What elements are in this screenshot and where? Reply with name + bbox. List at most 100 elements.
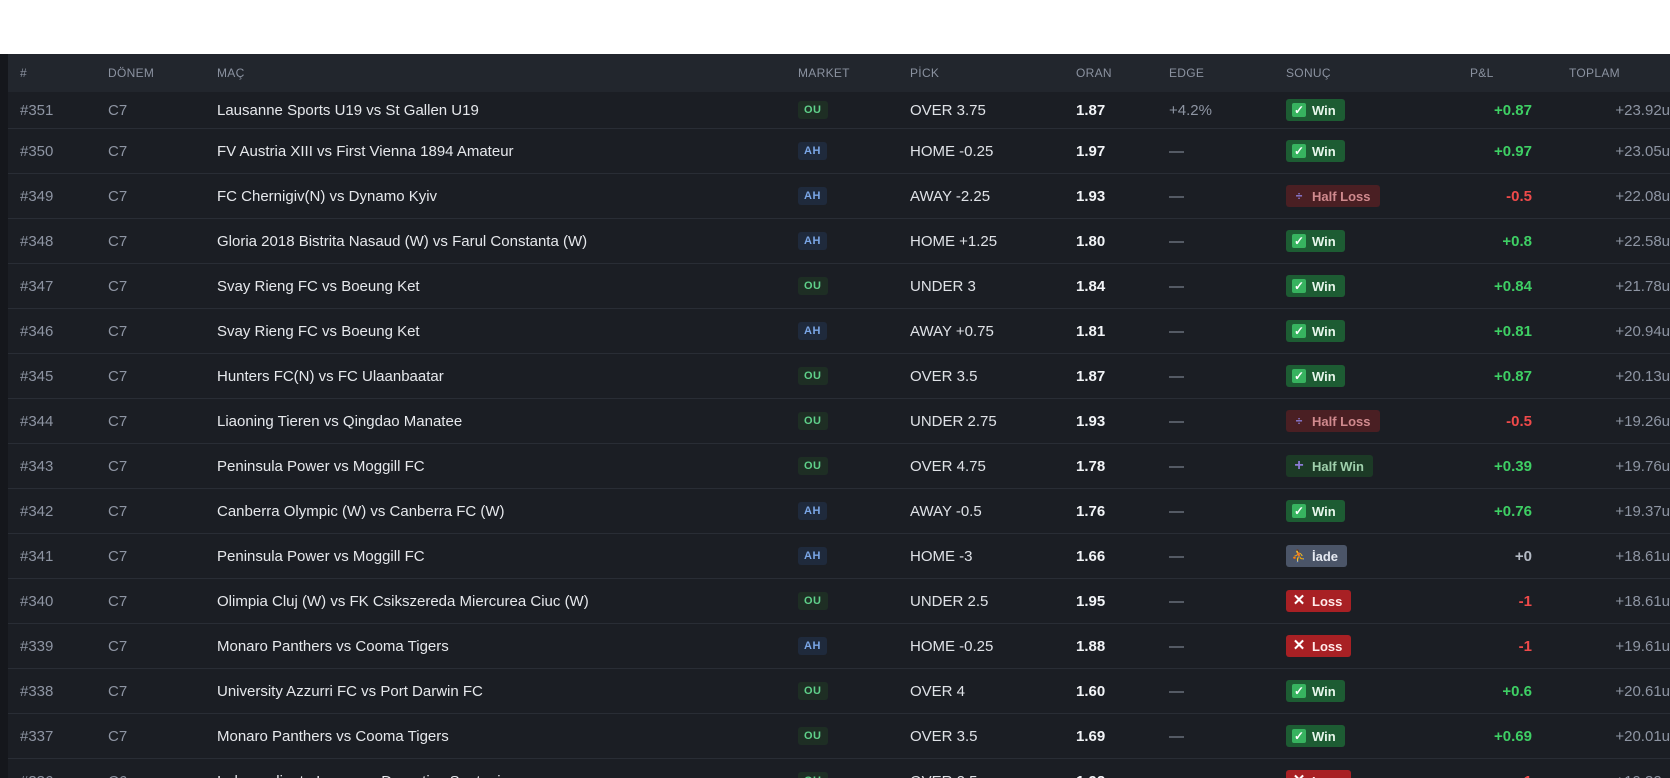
bet-odds: 1.80 <box>1076 232 1106 250</box>
table-row[interactable]: #337 C7 Monaro Panthers vs Cooma Tigers … <box>8 714 1670 759</box>
bet-market-cell: AH <box>798 219 827 263</box>
check-box-icon: ✓ <box>1292 234 1306 248</box>
check-box-icon: ✓ <box>1292 684 1306 698</box>
bet-period: C7 <box>108 277 128 295</box>
bet-match: Liaoning Tieren vs Qingdao Manatee <box>217 412 463 430</box>
bet-match: Lausanne Sports U19 vs St Gallen U19 <box>217 101 479 119</box>
result-badge: ✓ Win <box>1286 230 1345 252</box>
col-header-id[interactable]: # <box>20 54 27 92</box>
bet-id: #351 <box>20 101 54 119</box>
col-header-odds[interactable]: ORAN <box>1076 54 1112 92</box>
bet-market-cell: OU <box>798 669 828 713</box>
bet-id: #341 <box>20 547 54 565</box>
col-header-result[interactable]: SONUÇ <box>1286 54 1331 92</box>
bet-market-cell: OU <box>798 92 828 128</box>
table-row[interactable]: #343 C7 Peninsula Power vs Moggill FC OU… <box>8 444 1670 489</box>
col-header-edge[interactable]: EDGE <box>1169 54 1204 92</box>
bets-table-panel: # DÖNEM MAÇ MARKET PİCK ORAN EDGE SONUÇ … <box>0 54 1670 778</box>
bet-pl: +0.69 <box>1494 727 1532 745</box>
bet-total: +21.78u <box>1615 277 1670 295</box>
bet-market-cell: AH <box>798 534 827 578</box>
bet-pl: -0.5 <box>1506 412 1532 430</box>
market-badge: OU <box>798 277 828 295</box>
bet-match: FV Austria XIII vs First Vienna 1894 Ama… <box>217 142 514 160</box>
bet-period: C7 <box>108 187 128 205</box>
bet-id: #336 <box>20 759 53 778</box>
bet-market-cell: AH <box>798 624 827 668</box>
bet-id: #349 <box>20 187 54 205</box>
col-header-pl[interactable]: P&L <box>1470 54 1494 92</box>
bet-id: #346 <box>20 322 54 340</box>
bet-total: +23.92u <box>1615 101 1670 119</box>
market-badge: OU <box>798 727 828 745</box>
table-row[interactable]: #336 C6 Independiente Luque vs Deportivo… <box>8 759 1670 778</box>
table-row[interactable]: #344 C7 Liaoning Tieren vs Qingdao Manat… <box>8 399 1670 444</box>
bet-pl: +0.81 <box>1494 322 1532 340</box>
bet-result-cell: ✓ Win <box>1286 219 1345 263</box>
bet-pl: +0.87 <box>1494 101 1532 119</box>
bet-pl: -1 <box>1518 637 1532 655</box>
market-badge: OU <box>798 772 828 778</box>
result-label: Loss <box>1312 638 1343 654</box>
bet-id: #347 <box>20 277 54 295</box>
cross-icon: ✕ <box>1292 773 1306 778</box>
bet-odds: 1.66 <box>1076 547 1106 565</box>
table-row[interactable]: #348 C7 Gloria 2018 Bistrita Nasaud (W) … <box>8 219 1670 264</box>
bet-edge: — <box>1169 682 1184 700</box>
bet-total: +20.94u <box>1615 322 1670 340</box>
bet-odds: 1.97 <box>1076 142 1106 160</box>
table-row[interactable]: #349 C7 FC Chernigiv(N) vs Dynamo Kyiv A… <box>8 174 1670 219</box>
result-label: Loss <box>1312 593 1343 609</box>
table-row[interactable]: #350 C7 FV Austria XIII vs First Vienna … <box>8 129 1670 174</box>
bet-market-cell: AH <box>798 129 827 173</box>
bet-market-cell: AH <box>798 489 827 533</box>
result-label: Win <box>1312 233 1336 249</box>
table-row[interactable]: #341 C7 Peninsula Power vs Moggill FC AH… <box>8 534 1670 579</box>
table-body: #351 C7 Lausanne Sports U19 vs St Gallen… <box>8 92 1670 778</box>
col-header-total[interactable]: TOPLAM <box>1569 54 1620 92</box>
bet-pl: +0.84 <box>1494 277 1532 295</box>
bet-market-cell: OU <box>798 714 828 758</box>
table-row[interactable]: #351 C7 Lausanne Sports U19 vs St Gallen… <box>8 92 1670 129</box>
result-label: Win <box>1312 728 1336 744</box>
market-badge: OU <box>798 101 828 119</box>
bet-period: C7 <box>108 367 128 385</box>
col-header-match[interactable]: MAÇ <box>217 54 245 92</box>
bet-match: Gloria 2018 Bistrita Nasaud (W) vs Farul… <box>217 232 588 250</box>
table-row[interactable]: #340 C7 Olimpia Cluj (W) vs FK Csikszere… <box>8 579 1670 624</box>
bet-period: C7 <box>108 547 128 565</box>
bet-period: C7 <box>108 727 128 745</box>
bet-odds: 1.92 <box>1076 759 1105 778</box>
table-row[interactable]: #345 C7 Hunters FC(N) vs FC Ulaanbaatar … <box>8 354 1670 399</box>
result-label: Half Loss <box>1312 413 1371 429</box>
bet-result-cell: ÷ Half Loss <box>1286 399 1380 443</box>
table-row[interactable]: #346 C7 Svay Rieng FC vs Boeung Ket AH A… <box>8 309 1670 354</box>
bet-edge: — <box>1169 277 1184 295</box>
bet-period: C6 <box>108 759 127 778</box>
bet-market-cell: OU <box>798 579 828 623</box>
bet-result-cell: ✓ Win <box>1286 714 1345 758</box>
bet-edge: — <box>1169 457 1184 475</box>
bet-id: #348 <box>20 232 54 250</box>
bet-match: Peninsula Power vs Moggill FC <box>217 547 425 565</box>
table-row[interactable]: #342 C7 Canberra Olympic (W) vs Canberra… <box>8 489 1670 534</box>
bet-total: +22.58u <box>1615 232 1670 250</box>
result-badge: ✓ Win <box>1286 680 1345 702</box>
col-header-pick[interactable]: PİCK <box>910 54 939 92</box>
col-header-period[interactable]: DÖNEM <box>108 54 154 92</box>
bet-id: #340 <box>20 592 54 610</box>
bet-period: C7 <box>108 232 128 250</box>
bet-pl: +0.76 <box>1494 502 1532 520</box>
bet-total: +19.76u <box>1615 457 1670 475</box>
market-badge: AH <box>798 547 827 565</box>
bet-pick: AWAY -2.25 <box>910 187 991 205</box>
bet-pick: OVER 4 <box>910 682 966 700</box>
runner-icon: ⛹ <box>1291 549 1307 563</box>
table-row[interactable]: #347 C7 Svay Rieng FC vs Boeung Ket OU U… <box>8 264 1670 309</box>
bet-odds: 1.93 <box>1076 412 1106 430</box>
table-row[interactable]: #338 C7 University Azzurri FC vs Port Da… <box>8 669 1670 714</box>
col-header-market[interactable]: MARKET <box>798 54 850 92</box>
table-row[interactable]: #339 C7 Monaro Panthers vs Cooma Tigers … <box>8 624 1670 669</box>
result-badge: ✕ Loss <box>1286 770 1352 778</box>
result-badge: ✓ Win <box>1286 99 1345 121</box>
